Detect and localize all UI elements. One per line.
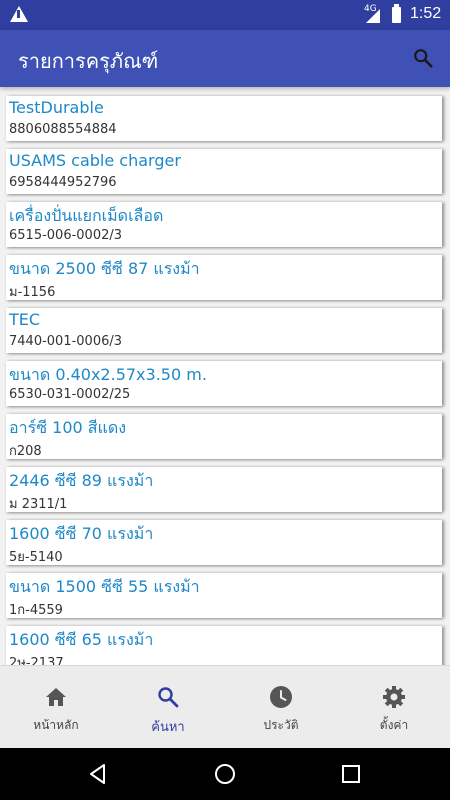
item-code: ก208: [9, 444, 42, 459]
search-icon: [158, 687, 179, 708]
status-bar: 4G 1:52: [0, 0, 450, 30]
item-code: 6958444952796: [9, 175, 117, 190]
list-item[interactable]: อาร์ซี 100 สีแดง ก208: [6, 414, 442, 459]
item-code: 1ก-4559: [9, 603, 63, 618]
nav-history-label: ประวัติ: [263, 718, 299, 732]
battery-icon: [392, 4, 401, 23]
item-name: ขนาด 1500 ซีซี 55 แรงม้า: [9, 577, 200, 596]
clock: 1:52: [410, 5, 442, 22]
item-name: เครื่องปั่นแยกเม็ดเลือด: [9, 206, 164, 225]
item-code: 2ษ-2137: [9, 656, 64, 665]
nav-history[interactable]: ประวัติ: [225, 666, 337, 749]
item-name: อาร์ซี 100 สีแดง: [9, 418, 127, 437]
back-icon[interactable]: [86, 762, 110, 786]
nav-search[interactable]: ค้นหา: [112, 666, 224, 749]
item-name: ขนาด 2500 ซีซี 87 แรงม้า: [9, 259, 200, 278]
item-name: ขนาด 0.40x2.57x3.50 m.: [9, 365, 207, 384]
item-code: ม 2311/1: [9, 497, 68, 512]
home-button-icon[interactable]: [213, 762, 237, 786]
item-name: 1600 ซีซี 70 แรงม้า: [9, 524, 154, 543]
durable-list[interactable]: TestDurable 8806088554884 USAMS cable ch…: [0, 87, 450, 665]
page-title: รายการครุภัณฑ์: [18, 49, 159, 73]
signal-icon: [366, 9, 380, 23]
list-item[interactable]: ขนาด 2500 ซีซี 87 แรงม้า ม-1156: [6, 255, 442, 300]
nav-home-label: หน้าหลัก: [33, 718, 79, 732]
item-name: TestDurable: [9, 98, 104, 117]
settings-icon: [383, 686, 405, 708]
item-name: USAMS cable charger: [9, 151, 181, 170]
list-item[interactable]: USAMS cable charger 6958444952796: [6, 149, 442, 194]
item-name: 1600 ซีซี 65 แรงม้า: [9, 630, 154, 649]
nav-search-label: ค้นหา: [151, 720, 185, 735]
item-code: 8806088554884: [9, 122, 117, 137]
bottom-navigation: หน้าหลัก ค้นหา ประวัติ ตั้งค่า: [0, 665, 450, 749]
recents-icon[interactable]: [339, 762, 363, 786]
item-code: 7440-001-0006/3: [9, 334, 123, 349]
list-item[interactable]: ขนาด 0.40x2.57x3.50 m. 6530-031-0002/25: [6, 361, 442, 406]
nav-home[interactable]: หน้าหลัก: [0, 666, 112, 749]
search-icon[interactable]: [412, 47, 434, 69]
app-bar: รายการครุภัณฑ์: [0, 30, 450, 87]
list-item[interactable]: 2446 ซีซี 89 แรงม้า ม 2311/1: [6, 467, 442, 512]
item-code: ม-1156: [9, 285, 56, 300]
item-name: 2446 ซีซี 89 แรงม้า: [9, 471, 154, 490]
system-navigation-bar: [0, 748, 450, 800]
history-icon: [270, 686, 292, 708]
list-item[interactable]: เครื่องปั่นแยกเม็ดเลือด 6515-006-0002/3: [6, 202, 442, 247]
item-code: 5ย-5140: [9, 550, 63, 565]
item-name: TEC: [9, 310, 41, 329]
nav-settings-label: ตั้งค่า: [379, 718, 409, 732]
item-code: 6530-031-0002/25: [9, 387, 131, 402]
list-item[interactable]: TEC 7440-001-0006/3: [6, 308, 442, 353]
list-item[interactable]: TestDurable 8806088554884: [6, 96, 442, 141]
list-item[interactable]: 1600 ซีซี 65 แรงม้า 2ษ-2137: [6, 626, 442, 665]
item-code: 6515-006-0002/3: [9, 228, 123, 243]
list-item[interactable]: 1600 ซีซี 70 แรงม้า 5ย-5140: [6, 520, 442, 565]
home-icon: [46, 688, 66, 706]
nav-settings[interactable]: ตั้งค่า: [338, 666, 450, 749]
list-item[interactable]: ขนาด 1500 ซีซี 55 แรงม้า 1ก-4559: [6, 573, 442, 618]
